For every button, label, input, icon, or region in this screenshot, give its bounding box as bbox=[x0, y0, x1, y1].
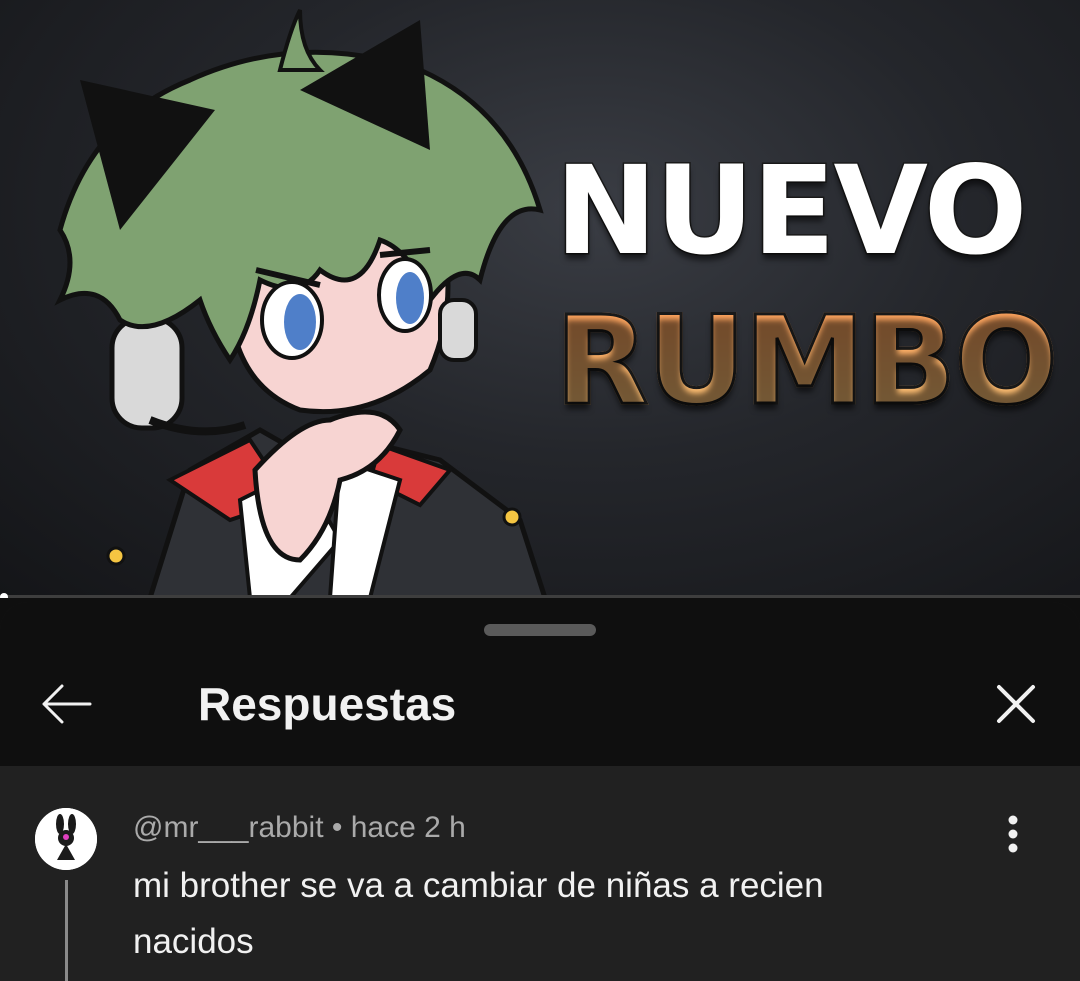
close-button[interactable] bbox=[980, 668, 1052, 740]
progress-scrubber[interactable] bbox=[0, 593, 8, 598]
drag-handle[interactable] bbox=[484, 624, 596, 636]
comment-timestamp: hace 2 h bbox=[350, 811, 466, 844]
more-vertical-icon bbox=[1008, 815, 1018, 853]
thumbnail-title-line1: NUEVO bbox=[554, 140, 1029, 282]
replies-sheet: Respuestas @mr___rabbit • hace 2 h mi br… bbox=[0, 602, 1080, 981]
meta-separator: • bbox=[323, 811, 351, 844]
rabbit-avatar-icon bbox=[35, 808, 97, 870]
comment-meta: @mr___rabbit • hace 2 h bbox=[133, 810, 466, 846]
close-icon bbox=[997, 685, 1035, 723]
arrow-left-icon bbox=[42, 684, 92, 724]
thumbnail-title-line2: RUMBO bbox=[553, 290, 1059, 432]
video-player[interactable]: NUEVO RUMBO bbox=[0, 0, 1080, 598]
sheet-title: Respuestas bbox=[198, 678, 457, 730]
avatar[interactable] bbox=[35, 808, 97, 870]
comment-author[interactable]: @mr___rabbit bbox=[133, 811, 324, 844]
comment-text: mi brother se va a cambiar de niñas a re… bbox=[133, 866, 824, 961]
comment-options-button[interactable] bbox=[985, 806, 1041, 862]
back-button[interactable] bbox=[30, 668, 102, 740]
progress-bar[interactable] bbox=[0, 593, 1080, 598]
thread-line bbox=[65, 880, 68, 981]
comment-item: @mr___rabbit • hace 2 h mi brother se va… bbox=[0, 766, 1080, 981]
sheet-header: Respuestas bbox=[0, 602, 1080, 766]
